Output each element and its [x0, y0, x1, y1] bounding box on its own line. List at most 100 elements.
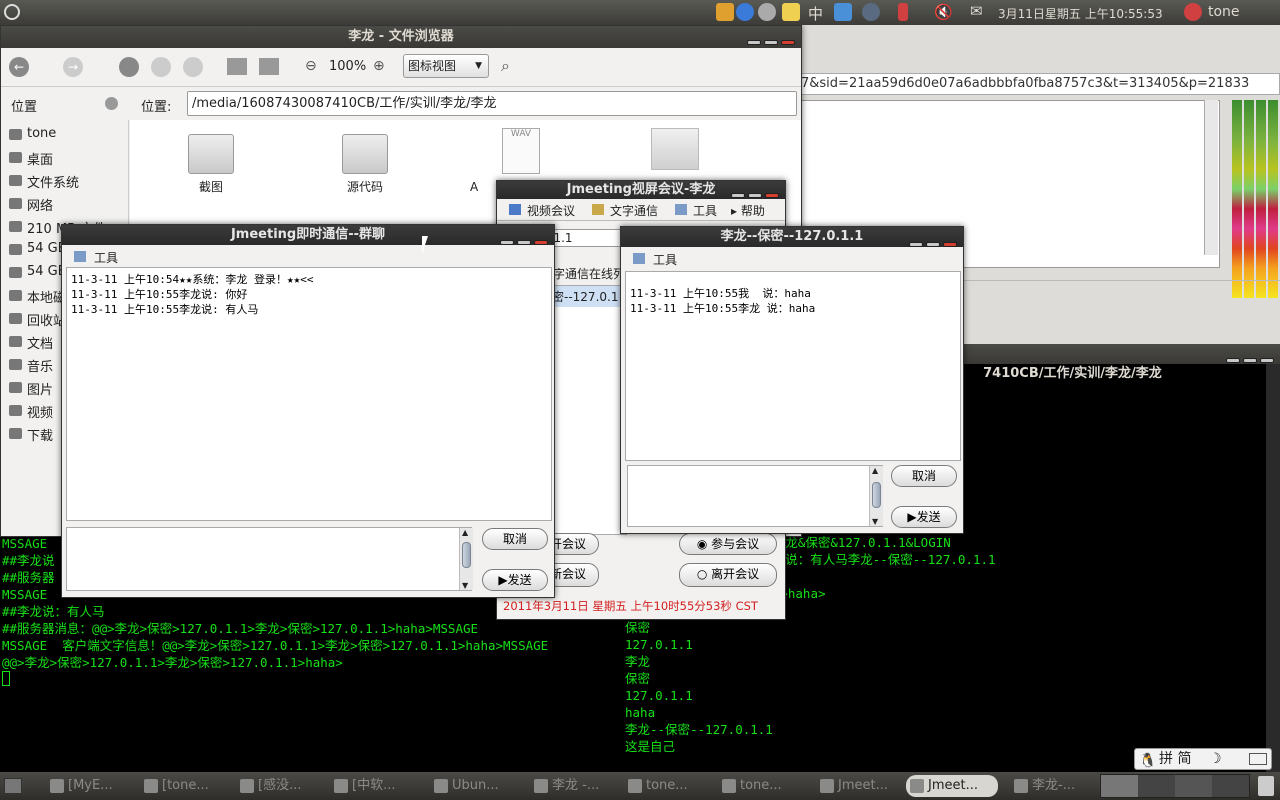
group-chat-input-scrollbar[interactable]: ▲ ▼ [459, 528, 473, 590]
menu-tools[interactable]: 工具 [633, 251, 677, 268]
group-chat-input[interactable] [66, 527, 472, 591]
file-item-source[interactable]: 源代码 [320, 134, 410, 195]
sidebar-item[interactable]: tone [9, 126, 56, 141]
back-icon[interactable]: ← [9, 57, 29, 77]
send-button[interactable]: ▶发送 [482, 569, 548, 591]
scroll-thumb[interactable] [462, 542, 471, 568]
cancel-button[interactable]: 取消 [482, 528, 548, 550]
power-icon[interactable] [4, 4, 20, 20]
user-status-icon[interactable] [1184, 3, 1202, 21]
places-dropdown[interactable]: 位置 [11, 96, 37, 115]
reload-icon[interactable] [183, 57, 203, 77]
zoom-out-icon[interactable]: ⊖ [305, 58, 317, 74]
sidebar-item[interactable]: 回收站 [9, 310, 66, 329]
audio-file-icon: WAV [502, 128, 540, 174]
taskbar-item[interactable]: Ubun... [430, 775, 526, 797]
sidebar-item[interactable]: 视频 [9, 402, 53, 421]
meeting-titlebar[interactable]: Jmeeting视屏会议-李龙 [497, 181, 785, 199]
private-chat-titlebar[interactable]: 李龙--保密--127.0.1.1 [621, 227, 963, 247]
taskbar-item[interactable]: [中软... [330, 775, 420, 797]
zoom-in-icon[interactable]: ⊕ [373, 58, 385, 74]
mail-icon[interactable]: ✉ [970, 2, 983, 20]
home-icon[interactable] [227, 58, 247, 75]
workspace-switcher[interactable] [1100, 774, 1250, 798]
sidebar-item[interactable]: 图片 [9, 379, 53, 398]
volume-icon[interactable]: 🔇 [934, 3, 953, 21]
pen-icon [592, 204, 604, 215]
private-chat-input-scrollbar[interactable]: ▲ ▼ [869, 466, 883, 526]
taskbar-item[interactable]: [感没... [236, 775, 326, 797]
sidebar-item[interactable]: 音乐 [9, 356, 53, 375]
up-icon[interactable] [119, 57, 139, 77]
taskbar-item[interactable]: [tone... [140, 775, 230, 797]
group-chat-titlebar[interactable]: Jmeeting即时通信--群聊 [62, 225, 554, 245]
network-icon[interactable] [834, 3, 852, 21]
cancel-button[interactable]: 取消 [891, 465, 957, 487]
battery-icon[interactable] [898, 3, 908, 21]
taskbar-item[interactable]: Jmeet... [906, 775, 998, 797]
scroll-up-icon[interactable]: ▲ [872, 466, 878, 475]
sidebar-item[interactable]: 桌面 [9, 149, 53, 168]
file-item-screenshot[interactable]: 截图 [166, 134, 256, 195]
sidebar-item[interactable]: 下载 [9, 425, 53, 444]
taskbar-item[interactable]: tone... [718, 775, 808, 797]
taskbar-item[interactable]: 李龙-... [1010, 775, 1096, 797]
color-palette[interactable] [1232, 100, 1280, 298]
taskbar-item[interactable]: Jmeet... [816, 775, 902, 797]
keyboard-icon[interactable] [1249, 753, 1267, 765]
private-chat-input[interactable] [627, 465, 883, 527]
browser-url-bar[interactable]: 7&sid=21aa59d6d0e07a6adbbbfa0fba8757c3&t… [800, 73, 1280, 95]
location-input[interactable]: /media/16087430087410CB/工作/实训/李龙/李龙 [187, 91, 797, 116]
sidebar-item[interactable]: 54 GB [9, 241, 67, 256]
leave-meeting-button[interactable]: ○ 离开会议 [679, 563, 777, 587]
scroll-down-icon[interactable]: ▼ [462, 581, 468, 590]
send-button[interactable]: ▶发送 [891, 506, 957, 528]
sidebar-item[interactable]: 本地磁 [9, 287, 66, 306]
sidebar-item[interactable]: 文档 [9, 333, 53, 352]
menu-tools[interactable]: 工具 [675, 202, 717, 219]
trash-icon[interactable] [1258, 776, 1274, 796]
moon-icon: ☽ [1209, 751, 1222, 767]
sidebar-item[interactable]: 网络 [9, 195, 53, 214]
menu-tools[interactable]: 工具 [74, 249, 118, 266]
search-icon[interactable]: ⌕ [501, 56, 510, 76]
scroll-up-icon[interactable]: ▲ [462, 528, 468, 537]
online-list-item[interactable]: 密--127.0.1 [548, 286, 626, 307]
sidebar-item-label: 文件系统 [27, 176, 80, 191]
p-icon[interactable] [782, 3, 800, 21]
close-sidebar-icon[interactable] [105, 97, 118, 110]
online-list[interactable]: 密--127.0.1 [547, 285, 627, 535]
clock[interactable]: 3月11日星期五 上午10:55:53 [998, 5, 1163, 22]
sidebar-item[interactable]: 54 GB [9, 264, 67, 279]
menu-text-comm[interactable]: 文字通信 [592, 202, 658, 219]
taskbar: [MyE... [tone... [感没... [中软... Ubun... 李龙 -..… [0, 772, 1280, 800]
join-meeting-button[interactable]: ◉ 参与会议 [679, 533, 777, 555]
forward-icon[interactable]: → [63, 57, 83, 77]
menu-help[interactable]: ▸ 帮助 [731, 202, 765, 219]
user-name[interactable]: tone [1208, 4, 1240, 20]
scroll-thumb[interactable] [872, 482, 881, 508]
ime-indicator[interactable]: 中 [808, 3, 823, 24]
computer-icon[interactable] [259, 58, 279, 75]
bluetooth-icon[interactable] [862, 3, 880, 21]
browser-icon[interactable] [736, 3, 754, 21]
file-item-package[interactable] [630, 128, 720, 170]
file-browser-titlebar[interactable]: 李龙 - 文件浏览器 [1, 26, 801, 48]
taskbar-item[interactable]: [MyE... [46, 775, 136, 797]
update-icon[interactable] [758, 3, 776, 21]
sidebar-item[interactable]: 文件系统 [9, 172, 79, 191]
show-desktop-icon[interactable] [4, 778, 22, 794]
taskbar-item[interactable]: 李龙 -... [530, 775, 620, 797]
view-mode-select[interactable]: 图标视图 ▼ [403, 54, 489, 78]
ime-bar[interactable]: 🐧 拼 简 ☽ [1134, 748, 1272, 770]
browser-scrollbar[interactable] [1204, 100, 1218, 255]
qq-icon[interactable] [716, 3, 734, 21]
stop-icon[interactable] [151, 57, 171, 77]
scroll-down-icon[interactable]: ▼ [872, 517, 878, 526]
place-icon [9, 152, 22, 163]
taskbar-item[interactable]: tone... [624, 775, 714, 797]
menu-video-meeting[interactable]: 视频会议 [509, 202, 575, 219]
terminal-right-scrollbar[interactable] [1266, 364, 1280, 772]
folder-icon [188, 134, 234, 174]
file-item-wav[interactable]: WAV A [470, 128, 566, 194]
